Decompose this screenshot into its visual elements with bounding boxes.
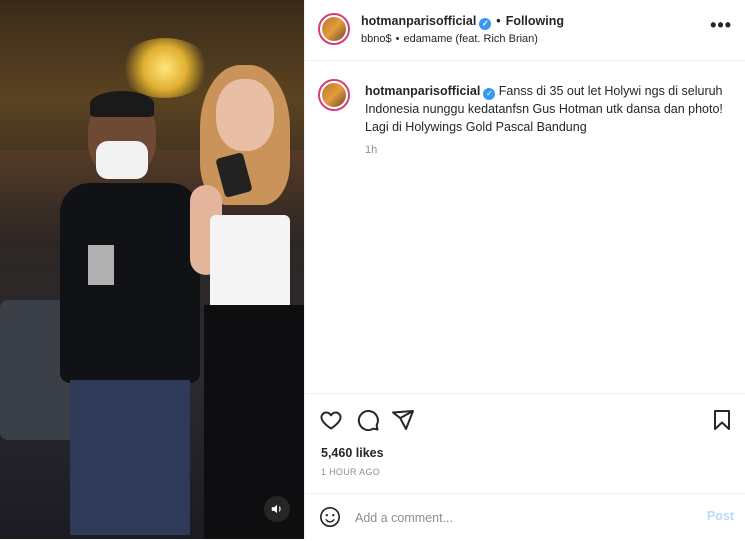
actions-section: 5,460 likes 1 HOUR AGO Post xyxy=(305,393,745,540)
likes-count[interactable]: 5,460 likes xyxy=(321,446,384,460)
verified-badge-icon: ✓ xyxy=(483,88,496,100)
header-username-row: hotmanparisofficial ✓ • Following xyxy=(361,14,565,30)
more-options-icon[interactable]: ••• xyxy=(710,15,732,36)
avatar[interactable] xyxy=(318,13,350,45)
comment-input[interactable] xyxy=(353,506,687,530)
emoji-icon[interactable] xyxy=(319,506,341,528)
person-masked-man xyxy=(60,91,200,535)
heart-icon[interactable] xyxy=(319,408,343,432)
share-icon[interactable] xyxy=(391,408,415,432)
person-woman xyxy=(190,65,304,539)
audio-artist[interactable]: bbno$ xyxy=(361,33,392,45)
following-button[interactable]: Following xyxy=(506,14,564,28)
audio-track[interactable]: edamame (feat. Rich Brian) xyxy=(403,33,538,45)
post-header: hotmanparisofficial ✓ • Following bbno$ • eda… xyxy=(305,0,745,61)
comment-bar: Post xyxy=(305,493,745,541)
instagram-post: hotmanparisofficial ✓ • Following bbno$ • eda… xyxy=(0,0,745,539)
caption-username[interactable]: hotmanparisofficial xyxy=(365,84,480,98)
caption-text-block: hotmanparisofficial ✓ Fanss di 35 out let… xyxy=(365,82,737,136)
comment-icon[interactable] xyxy=(356,408,380,432)
post-comment-button[interactable]: Post xyxy=(707,509,734,523)
caption-avatar[interactable] xyxy=(318,79,350,111)
posted-time[interactable]: 1 HOUR AGO xyxy=(321,467,380,477)
bookmark-icon[interactable] xyxy=(710,408,734,432)
header-username[interactable]: hotmanparisofficial xyxy=(361,14,476,28)
post-sidebar: hotmanparisofficial ✓ • Following bbno$ • eda… xyxy=(304,0,745,539)
face-mask xyxy=(96,141,148,179)
verified-badge-icon: ✓ xyxy=(479,18,492,30)
speaker-icon[interactable] xyxy=(264,496,290,522)
post-video[interactable] xyxy=(0,0,304,539)
audio-link[interactable]: bbno$ • edamame (feat. Rich Brian) xyxy=(361,33,538,45)
caption-time[interactable]: 1h xyxy=(365,144,377,156)
